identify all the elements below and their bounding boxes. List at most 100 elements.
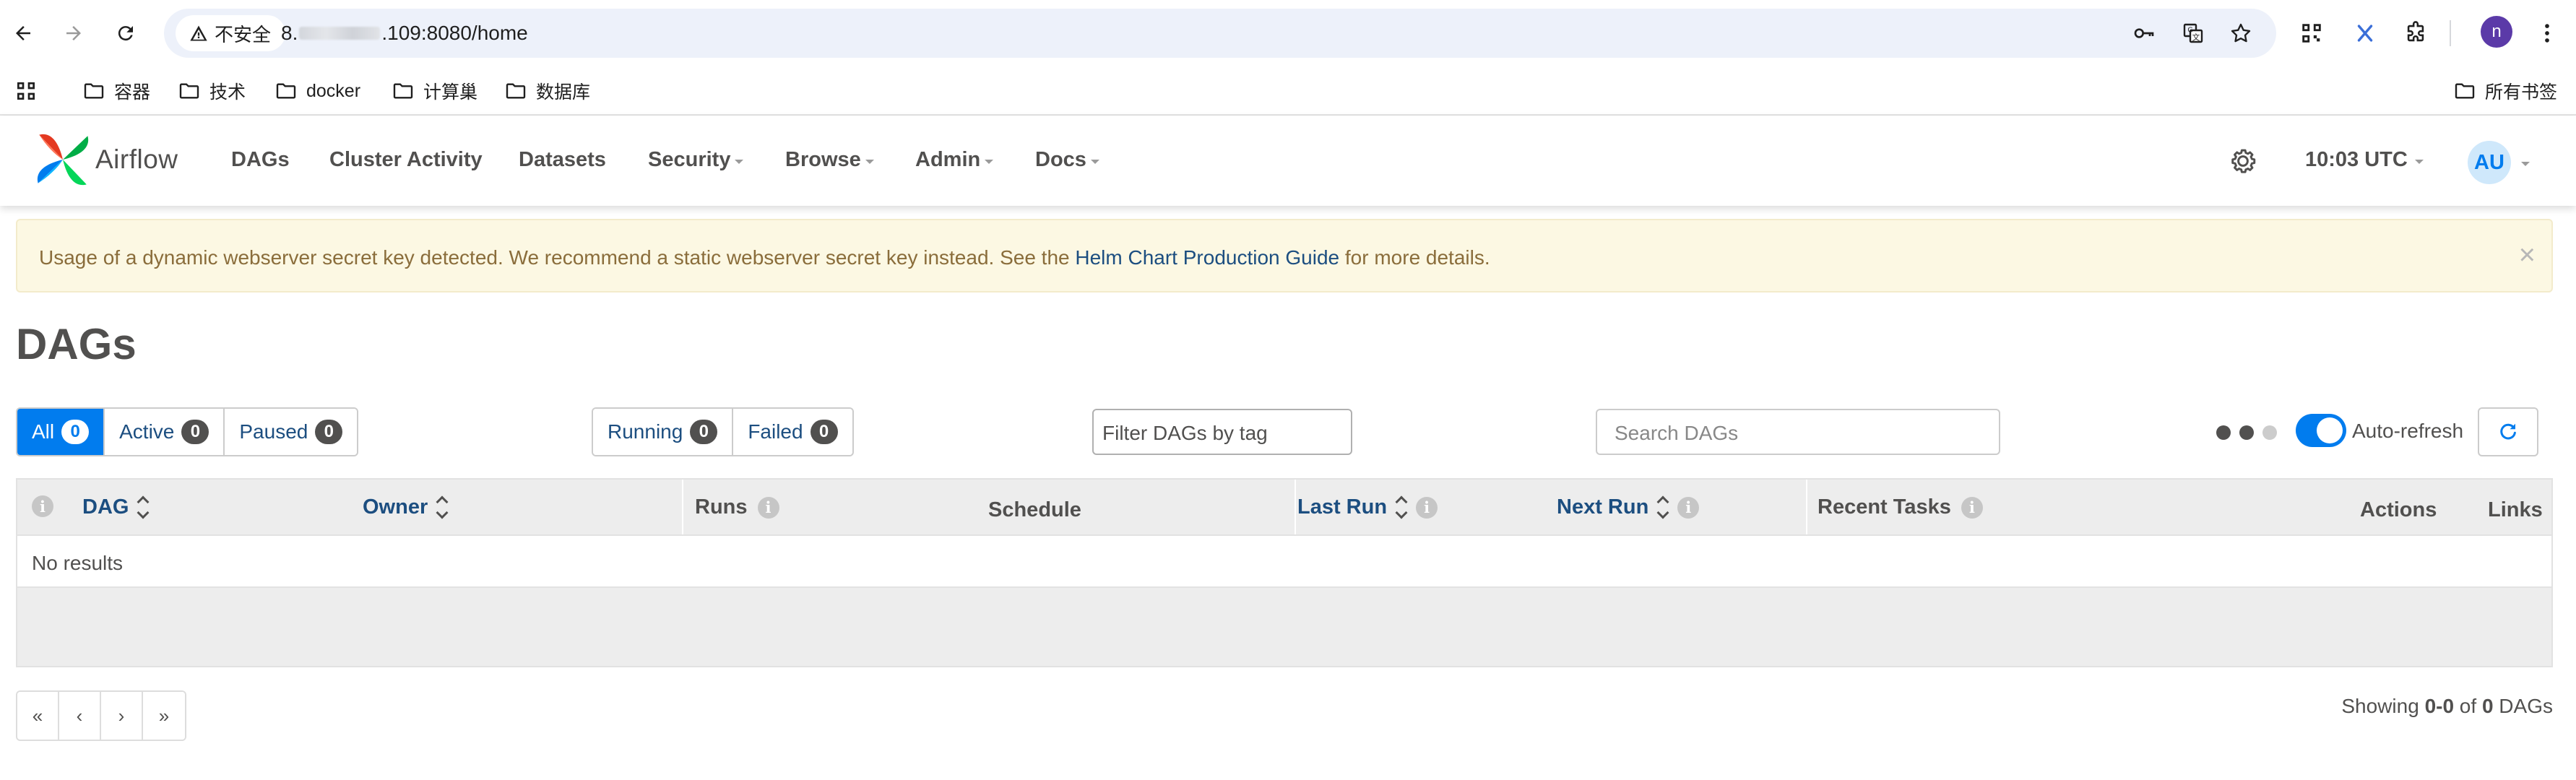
refresh-button[interactable]: [2478, 407, 2538, 456]
apps-grid-icon[interactable]: [14, 77, 38, 105]
info-icon[interactable]: i: [1961, 496, 1983, 519]
info-icon[interactable]: i: [1416, 496, 1438, 519]
nav-dags[interactable]: DAGs: [231, 148, 290, 172]
bookmark-label: 容器: [114, 82, 151, 103]
bookmark-label: 计算巢: [423, 82, 478, 103]
arrow-left-icon: [16, 26, 30, 40]
last-page-button[interactable]: »: [143, 692, 185, 740]
filter-active[interactable]: Active 0: [105, 409, 225, 455]
user-avatar[interactable]: AU: [2468, 141, 2511, 184]
folder-icon: [276, 83, 296, 99]
translate-icon[interactable]: 文G: [2181, 21, 2205, 46]
prev-page-button[interactable]: ‹: [59, 692, 101, 740]
bookmark-folder[interactable]: 容器: [82, 77, 150, 105]
bookmark-folder[interactable]: 数据库: [504, 77, 590, 105]
column-owner[interactable]: Owner: [363, 495, 449, 519]
address-bar[interactable]: 不安全 8. .109:8080/home 文G: [164, 9, 2276, 58]
all-bookmarks-folder[interactable]: 所有书签: [2453, 77, 2557, 105]
status-filter-group: All 0 Active 0 Paused 0: [16, 407, 359, 456]
timezone-dropdown[interactable]: 10:03 UTC: [2305, 148, 2424, 172]
column-divider: [1295, 480, 1296, 534]
nav-docs[interactable]: Docs: [1035, 148, 1099, 172]
nav-datasets[interactable]: Datasets: [519, 148, 606, 172]
column-label: Schedule: [988, 498, 1081, 521]
filter-label: Failed: [748, 420, 803, 443]
column-label: Owner: [363, 495, 428, 519]
showing-suffix: DAGs: [2493, 695, 2553, 717]
bookmark-star-icon[interactable]: [2229, 21, 2253, 46]
info-icon[interactable]: i: [32, 495, 53, 517]
count-badge: 0: [690, 420, 718, 444]
alert-text-before: Usage of a dynamic webserver secret key …: [39, 246, 1076, 269]
folder-icon: [2455, 83, 2475, 99]
filter-paused[interactable]: Paused 0: [225, 409, 358, 455]
brand-name: Airflow: [95, 144, 178, 174]
airflow-brand[interactable]: Airflow: [35, 131, 178, 188]
helm-guide-link[interactable]: Helm Chart Production Guide: [1075, 246, 1339, 269]
sort-icon: [1656, 495, 1669, 519]
filter-failed[interactable]: Failed 0: [733, 409, 852, 455]
nav-cluster-activity[interactable]: Cluster Activity: [329, 148, 483, 172]
chevron-down-icon: [2414, 159, 2424, 164]
nav-label: Datasets: [519, 148, 606, 171]
column-schedule: Schedule: [988, 498, 1081, 522]
airflow-navbar: Airflow DAGs Cluster Activity Datasets S…: [0, 116, 2576, 206]
nav-admin[interactable]: Admin: [915, 148, 994, 172]
filter-label: Paused: [239, 420, 308, 443]
nav-browse[interactable]: Browse: [785, 148, 874, 172]
tag-filter-input[interactable]: Filter DAGs by tag: [1092, 409, 1352, 455]
info-icon[interactable]: i: [1677, 496, 1700, 519]
info-icon[interactable]: i: [757, 496, 779, 519]
column-runs: Runs i: [695, 495, 779, 519]
filter-label: Running: [608, 420, 683, 443]
chevron-down-icon: [985, 159, 994, 164]
bookmark-label: 技术: [209, 82, 246, 103]
nav-security[interactable]: Security: [648, 148, 744, 172]
table-row: No results: [17, 534, 2551, 588]
chevron-down-icon: [865, 159, 874, 164]
loading-dots: [2216, 425, 2277, 440]
empty-message: No results: [32, 552, 124, 574]
column-label: Links: [2488, 498, 2543, 521]
toolbar-divider: [2450, 20, 2451, 46]
chevron-down-icon[interactable]: [2521, 162, 2530, 166]
first-page-button[interactable]: «: [17, 692, 59, 740]
extensions-puzzle-icon[interactable]: [2398, 16, 2433, 51]
column-next-run[interactable]: Next Run i: [1557, 495, 1700, 519]
filter-all[interactable]: All 0: [17, 409, 105, 455]
more-menu-icon[interactable]: [2530, 16, 2564, 51]
profile-avatar[interactable]: n: [2481, 16, 2512, 48]
reload-button[interactable]: [103, 10, 149, 56]
bookmark-folder[interactable]: docker: [275, 77, 360, 105]
bookmark-folder[interactable]: 计算巢: [392, 77, 477, 105]
security-chip[interactable]: 不安全: [176, 15, 286, 51]
column-last-run[interactable]: Last Run i: [1297, 495, 1438, 519]
search-dags-input[interactable]: Search DAGs: [1596, 409, 2000, 455]
gear-icon[interactable]: [2227, 145, 2259, 177]
password-key-icon[interactable]: [2132, 21, 2156, 46]
column-links: Links: [2488, 498, 2543, 522]
qr-code-icon[interactable]: [2294, 16, 2329, 51]
next-page-button[interactable]: ›: [101, 692, 143, 740]
column-label: Runs: [695, 495, 748, 519]
x-extension-icon[interactable]: [2348, 16, 2382, 51]
nav-label: Docs: [1035, 148, 1086, 171]
auto-refresh-toggle[interactable]: [2296, 414, 2346, 447]
folder-icon: [506, 83, 526, 99]
back-button[interactable]: [0, 10, 46, 56]
column-dag[interactable]: DAG: [82, 495, 150, 519]
column-divider: [1806, 480, 1807, 534]
count-badge: 0: [810, 420, 838, 444]
showing-of: of: [2454, 695, 2482, 717]
security-label: 不安全: [215, 23, 272, 46]
forward-button[interactable]: [51, 10, 97, 56]
folder-icon: [393, 83, 413, 99]
close-icon[interactable]: ×: [2519, 240, 2536, 269]
column-label: DAG: [82, 495, 129, 519]
url-text[interactable]: 8. .109:8080/home: [281, 22, 528, 45]
column-label: Last Run: [1297, 495, 1388, 519]
svg-text:G: G: [2187, 27, 2192, 35]
chevron-down-icon: [735, 159, 744, 164]
bookmark-folder[interactable]: 技术: [178, 77, 246, 105]
filter-running[interactable]: Running 0: [593, 409, 734, 455]
